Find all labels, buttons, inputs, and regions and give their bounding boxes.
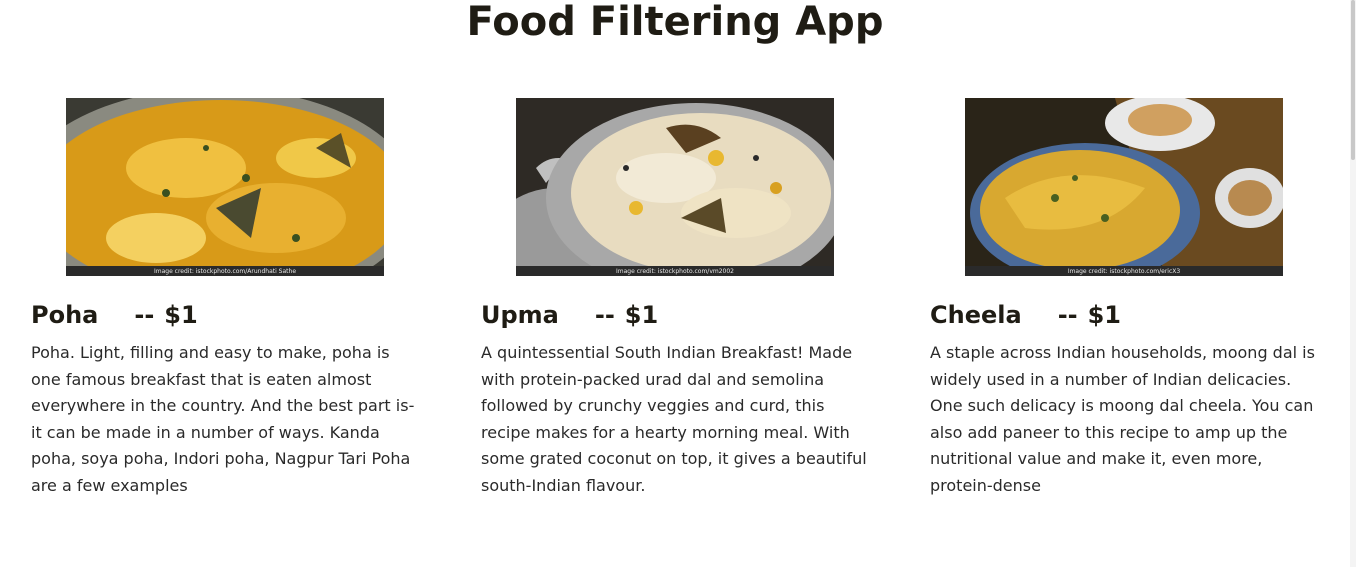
page-title: Food Filtering App xyxy=(466,0,884,45)
food-price: $1 xyxy=(164,301,198,329)
food-card-cheela: Image credit: istockphoto.com/ericX3 Che… xyxy=(930,98,1330,499)
food-image-cheela: Image credit: istockphoto.com/ericX3 xyxy=(965,98,1283,276)
food-image-upma: Image credit: istockphoto.com/vm2002 xyxy=(516,98,834,276)
food-card-upma: Image credit: istockphoto.com/vm2002 Upm… xyxy=(481,98,881,499)
food-card-poha: Image credit: istockphoto.com/Arundhati … xyxy=(31,98,431,499)
scrollbar-thumb[interactable] xyxy=(1351,0,1355,160)
separator: -- xyxy=(594,301,615,329)
separator: -- xyxy=(134,301,155,329)
food-name: Poha xyxy=(31,301,99,329)
food-price: $1 xyxy=(1087,301,1122,329)
food-heading: Cheela -- $1 xyxy=(930,300,1330,330)
food-description: A staple across Indian households, moong… xyxy=(930,343,1315,495)
food-description: Poha. Light, filling and easy to make, p… xyxy=(31,343,415,495)
image-credit: Image credit: istockphoto.com/ericX3 xyxy=(1067,268,1181,275)
food-name: Cheela xyxy=(930,301,1022,329)
vertical-scrollbar[interactable] xyxy=(1350,0,1356,567)
food-price: $1 xyxy=(624,301,659,329)
image-credit: Image credit: istockphoto.com/Arundhati … xyxy=(153,268,297,275)
image-credit: Image credit: istockphoto.com/vm2002 xyxy=(616,268,734,275)
food-image-poha: Image credit: istockphoto.com/Arundhati … xyxy=(66,98,384,276)
food-description: A quintessential South Indian Breakfast!… xyxy=(481,343,867,495)
page: Food Filtering App Image credit: istockp… xyxy=(0,0,1356,567)
food-heading: Poha -- $1 xyxy=(31,300,431,330)
food-name: Upma xyxy=(481,301,559,329)
food-heading: Upma -- $1 xyxy=(481,300,881,330)
separator: -- xyxy=(1057,301,1078,329)
